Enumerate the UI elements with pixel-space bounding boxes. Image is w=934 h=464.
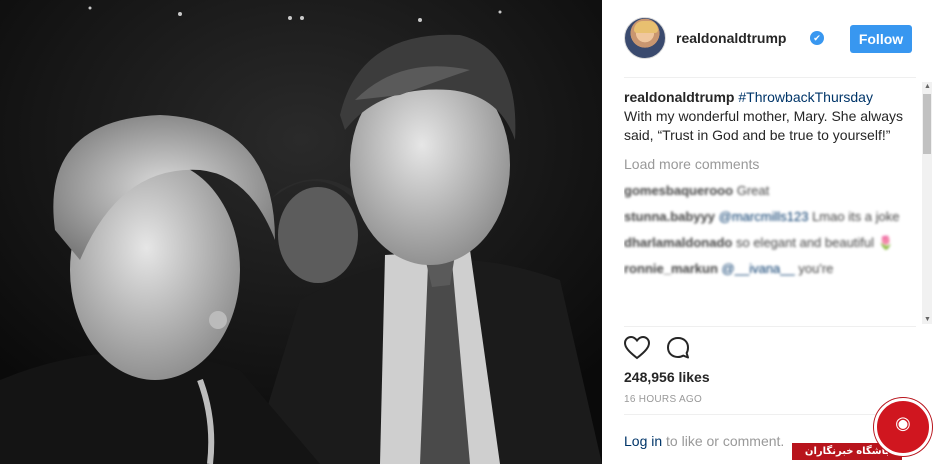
likes-count[interactable]: 248,956 likes bbox=[624, 369, 710, 385]
watermark-logo: باشگاه خبرنگاران ◉ bbox=[792, 398, 934, 464]
scroll-thumb[interactable] bbox=[923, 94, 931, 154]
login-prompt-text: to like or comment. bbox=[662, 433, 785, 449]
post-timestamp: 16 HOURS AGO bbox=[624, 394, 703, 405]
comment-item: ronnie_markun @__ivana__ you're bbox=[624, 259, 904, 278]
comment-username[interactable]: ronnie_markun bbox=[624, 261, 718, 276]
hashtag-link[interactable]: #ThrowbackThursday bbox=[738, 89, 873, 105]
avatar[interactable] bbox=[624, 17, 666, 59]
post-photo[interactable] bbox=[0, 0, 602, 464]
verified-badge-icon: ✔ bbox=[810, 31, 824, 45]
comment-username[interactable]: dharlamaldonado bbox=[624, 235, 732, 250]
post-photo-image bbox=[0, 0, 602, 464]
comment-text: Great bbox=[736, 183, 770, 198]
username-link[interactable]: realdonaldtrump bbox=[676, 30, 786, 46]
scroll-up-arrow-icon[interactable]: ▲ bbox=[924, 83, 931, 90]
scroll-down-arrow-icon[interactable]: ▼ bbox=[924, 316, 931, 323]
comment-item: gomesbaquerooo Great bbox=[624, 181, 904, 200]
load-more-comments-link[interactable]: Load more comments bbox=[624, 155, 904, 174]
post-side-panel: realdonaldtrump ✔ Follow realdonaldtrump… bbox=[602, 0, 934, 464]
login-prompt: Log in to like or comment. bbox=[624, 433, 784, 449]
login-link[interactable]: Log in bbox=[624, 433, 662, 449]
comment-mention[interactable]: @marcmills123 bbox=[719, 209, 809, 224]
follow-button[interactable]: Follow bbox=[850, 25, 912, 53]
caption-text: With my wonderful mother, Mary. She alwa… bbox=[624, 108, 904, 143]
caption-username[interactable]: realdonaldtrump bbox=[624, 89, 734, 105]
comment-item: dharlamaldonado so elegant and beautiful… bbox=[624, 233, 904, 252]
comment-text: Lmao its a joke bbox=[812, 209, 900, 224]
comments-list[interactable]: realdonaldtrump #ThrowbackThursday With … bbox=[624, 88, 904, 326]
comment-icon[interactable] bbox=[666, 336, 692, 360]
comments-scrollbar[interactable]: ▲ ▼ bbox=[922, 82, 932, 324]
caption: realdonaldtrump #ThrowbackThursday With … bbox=[624, 88, 904, 145]
post-header: realdonaldtrump ✔ Follow bbox=[624, 17, 916, 61]
post-actions bbox=[624, 336, 724, 362]
comment-mention[interactable]: @__ivana__ bbox=[722, 261, 795, 276]
comment-username[interactable]: stunna.babyyy bbox=[624, 209, 715, 224]
watermark-emblem-icon: ◉ bbox=[874, 398, 932, 456]
comment-text: you're bbox=[798, 261, 834, 276]
divider bbox=[624, 77, 916, 78]
heart-icon[interactable] bbox=[624, 336, 650, 360]
comment-username[interactable]: gomesbaquerooo bbox=[624, 183, 733, 198]
divider bbox=[624, 326, 916, 327]
comment-item: stunna.babyyy @marcmills123 Lmao its a j… bbox=[624, 207, 904, 226]
comment-text: so elegant and beautiful 🌷 bbox=[735, 235, 894, 250]
